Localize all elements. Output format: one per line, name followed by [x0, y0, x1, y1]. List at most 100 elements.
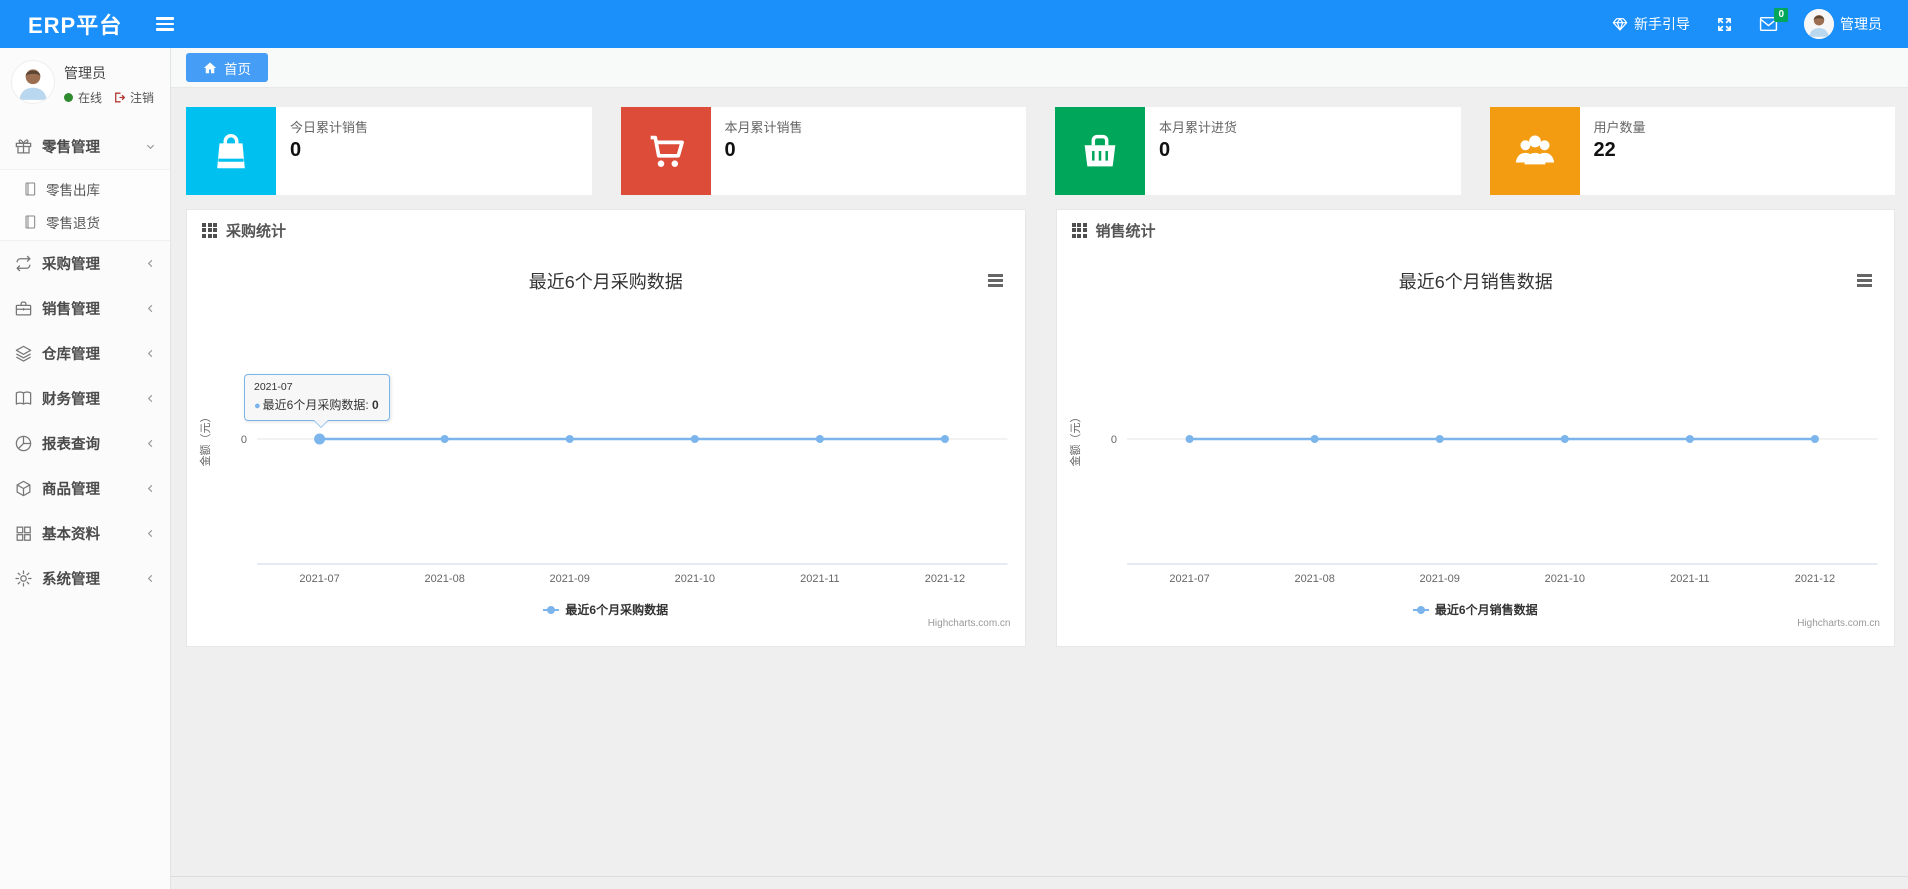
sidebar-item-label: 财务管理: [42, 392, 100, 408]
chart-legend[interactable]: 最近6个月采购数据: [187, 601, 1025, 618]
user-panel: 管理员 在线 注销: [0, 48, 170, 118]
sidebar-item-warehouse[interactable]: 仓库管理: [0, 331, 170, 376]
tab-home[interactable]: 首页: [186, 53, 268, 82]
svg-text:金额（元）: 金额（元）: [198, 412, 212, 467]
highcharts-credits[interactable]: Highcharts.com.cn: [928, 618, 1011, 629]
tooltip-date: 2021-07: [254, 381, 293, 393]
card-label: 本月累计销售: [724, 120, 803, 135]
panel-title: 采购统计: [226, 222, 287, 240]
grid-icon: [14, 524, 33, 543]
svg-text:最近6个月采购数据: 最近6个月采购数据: [529, 272, 683, 292]
tooltip-series-label: 最近6个月采购数据:: [262, 398, 372, 412]
app-logo[interactable]: ERP平台: [0, 8, 122, 40]
sidebar-item-retail[interactable]: 零售管理: [0, 124, 170, 169]
dashboard-content: 今日累计销售 0 本月累计销售 0 本月累计进货 0 用户数量 22 采购统计 …: [171, 88, 1908, 889]
panel-title: 销售统计: [1095, 222, 1156, 240]
sidebar-username: 管理员: [64, 65, 106, 81]
tab-bar: 首页: [171, 48, 1908, 88]
basket-icon: [1084, 134, 1116, 167]
chart-plot-area: 最近6个月采购数据 0 金额（元） 2021-07 2021-08 2021-09 2021…: [187, 250, 1025, 645]
logout-button[interactable]: 注销: [113, 89, 154, 106]
sales-stats-panel: 销售统计 最近6个月销售数据 0 金额（元） 2021-07 2021-08 2021-0…: [1055, 209, 1895, 647]
svg-text:2021-09: 2021-09: [1419, 573, 1459, 585]
sign-out-icon: [115, 92, 126, 103]
sidebar-item-finance[interactable]: 财务管理: [0, 376, 170, 421]
card-today-sales: 今日累计销售 0: [186, 107, 592, 195]
purchase-chart: 最近6个月采购数据 0 金额（元） 2021-07 2021-08 2021-09 2021…: [187, 250, 1025, 645]
card-value: 0: [724, 139, 736, 161]
series-dot-icon: ●: [254, 400, 261, 412]
user-menu[interactable]: 管理员: [1804, 9, 1882, 39]
sidebar-item-system[interactable]: 系统管理: [0, 556, 170, 601]
svg-text:2021-11: 2021-11: [1670, 573, 1710, 585]
card-month-purchase: 本月累计进货 0: [1055, 107, 1461, 195]
chart-context-menu-button[interactable]: [987, 274, 1008, 290]
sidebar-toggle-icon[interactable]: [156, 17, 175, 31]
chevron-left-icon: [145, 438, 156, 449]
svg-text:2021-12: 2021-12: [1794, 573, 1834, 585]
svg-text:2021-10: 2021-10: [675, 573, 715, 585]
chevron-left-icon: [145, 348, 156, 359]
grid-th-icon: [202, 222, 217, 238]
sidebar-item-label: 系统管理: [42, 572, 100, 588]
gear-icon: [14, 569, 33, 588]
sidebar-item-label: 零售出库: [46, 182, 100, 198]
sidebar-item-products[interactable]: 商品管理: [0, 466, 170, 511]
sidebar-item-label: 报表查询: [42, 437, 100, 453]
messages-button[interactable]: 0: [1759, 8, 1788, 32]
tooltip-value: 0: [372, 398, 379, 412]
chevron-left-icon: [145, 258, 156, 269]
online-status-icon: [64, 93, 73, 102]
svg-text:0: 0: [241, 434, 247, 446]
sidebar-menu: 零售管理 零售出库 零售退货 采购管理 销售管理 仓库管理 财务管理 报表查询 …: [0, 124, 170, 601]
sidebar-item-retail-return[interactable]: 零售退货: [0, 205, 170, 238]
retail-submenu: 零售出库 零售退货: [0, 169, 170, 241]
card-month-sales: 本月累计销售 0: [620, 107, 1026, 195]
sidebar-item-label: 零售退货: [46, 215, 100, 231]
cart-icon: [650, 135, 684, 167]
svg-text:2021-08: 2021-08: [1294, 573, 1334, 585]
chevron-down-icon: [145, 141, 156, 152]
svg-text:2021-07: 2021-07: [299, 573, 339, 585]
legend-label: 最近6个月采购数据: [565, 603, 669, 617]
svg-text:最近6个月销售数据: 最近6个月销售数据: [1398, 272, 1552, 292]
grid-th-icon: [1071, 222, 1087, 238]
svg-text:0: 0: [1110, 434, 1116, 446]
highcharts-credits[interactable]: Highcharts.com.cn: [1797, 618, 1880, 629]
chevron-left-icon: [145, 393, 156, 404]
svg-text:2021-11: 2021-11: [800, 573, 840, 585]
svg-text:2021-07: 2021-07: [1169, 573, 1209, 585]
online-status-label: 在线: [78, 91, 103, 105]
card-label: 本月累计进货: [1159, 120, 1238, 135]
fullscreen-icon: [1717, 17, 1732, 31]
chart-plot-area: 最近6个月销售数据 0 金额（元） 2021-07 2021-08 2021-09 2021…: [1057, 250, 1895, 645]
avatar: [1804, 9, 1834, 39]
sidebar-item-label: 采购管理: [42, 257, 100, 273]
svg-text:金额（元）: 金额（元）: [1068, 412, 1082, 467]
sidebar-item-sales[interactable]: 销售管理: [0, 286, 170, 331]
book-icon: [14, 389, 33, 408]
pie-chart-icon: [14, 434, 33, 453]
sidebar-item-label: 销售管理: [42, 302, 100, 318]
purchase-stats-panel: 采购统计 最近6个月采购数据 0 金额（元） 2021-07 2021-08 2021-0…: [186, 209, 1026, 647]
sales-chart: 最近6个月销售数据 0 金额（元） 2021-07 2021-08 2021-09 2021…: [1057, 250, 1895, 645]
card-label: 用户数量: [1593, 120, 1646, 135]
fullscreen-button[interactable]: [1716, 16, 1733, 33]
card-label: 今日累计销售: [290, 120, 369, 135]
sidebar-item-label: 仓库管理: [42, 347, 100, 363]
sidebar-item-retail-out[interactable]: 零售出库: [0, 172, 170, 205]
sidebar-item-reports[interactable]: 报表查询: [0, 421, 170, 466]
card-value: 0: [290, 139, 302, 161]
chart-panels-row: 采购统计 最近6个月采购数据 0 金额（元） 2021-07 2021-08 2021-0…: [186, 209, 1895, 647]
svg-text:2021-08: 2021-08: [424, 573, 464, 585]
chart-legend[interactable]: 最近6个月销售数据: [1057, 601, 1895, 618]
sidebar-item-label: 商品管理: [42, 482, 100, 498]
sidebar-item-purchase[interactable]: 采购管理: [0, 241, 170, 286]
legend-marker-icon: [543, 604, 560, 616]
guide-button[interactable]: 新手引导: [1612, 14, 1690, 34]
sidebar-item-basic-data[interactable]: 基本资料: [0, 511, 170, 556]
gem-icon: [1612, 16, 1628, 32]
chevron-left-icon: [145, 528, 156, 539]
chart-context-menu-button[interactable]: [1857, 274, 1877, 290]
layers-icon: [14, 344, 33, 363]
